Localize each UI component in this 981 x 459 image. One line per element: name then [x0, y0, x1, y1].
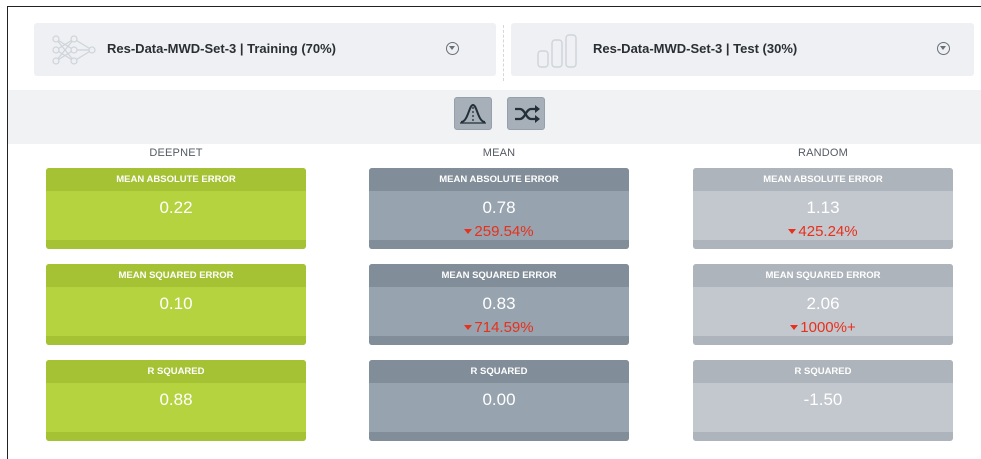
mean-mae-card: MEAN ABSOLUTE ERROR 0.78 259.54% [369, 168, 629, 249]
triangle-down-icon [790, 324, 799, 330]
metric-title: MEAN ABSOLUTE ERROR [369, 168, 629, 191]
evaluation-toolbar [8, 90, 981, 144]
metric-value: 0.00 [482, 390, 516, 409]
network-graph-icon [52, 35, 96, 65]
card-footer [693, 432, 953, 441]
metric-value: 2.06 [806, 294, 840, 313]
deepnet-mse-card: MEAN SQUARED ERROR 0.10 [46, 264, 306, 345]
bar-columns-icon [537, 34, 577, 68]
triangle-down-icon [464, 324, 473, 330]
metric-title: MEAN ABSOLUTE ERROR [693, 168, 953, 191]
random-r-squared-card: R SQUARED -1.50 [693, 360, 953, 441]
test-dataset-name: Res-Data-MWD-Set-3 | Test (30%) [593, 41, 798, 56]
triangle-down-icon [788, 228, 797, 234]
card-footer [369, 432, 629, 441]
random-mae-card: MEAN ABSOLUTE ERROR 1.13 425.24% [693, 168, 953, 249]
shuffle-button[interactable] [507, 97, 545, 130]
metric-delta: 1000%+ [693, 319, 953, 336]
metric-value: -1.50 [803, 390, 843, 409]
mean-mse-card: MEAN SQUARED ERROR 0.83 714.59% [369, 264, 629, 345]
training-dataset-selector[interactable]: Res-Data-MWD-Set-3 | Training (70%) [34, 23, 496, 76]
training-dataset-name: Res-Data-MWD-Set-3 | Training (70%) [107, 41, 336, 56]
metric-value: 0.88 [159, 390, 193, 409]
delta-value: 1000%+ [800, 319, 856, 336]
distribution-icon [460, 103, 486, 124]
deepnet-mae-card: MEAN ABSOLUTE ERROR 0.22 [46, 168, 306, 249]
metric-value: 0.10 [159, 294, 193, 313]
metric-value: 1.13 [806, 198, 840, 217]
mean-r-squared-card: R SQUARED 0.00 [369, 360, 629, 441]
metric-value: 0.78 [482, 198, 516, 217]
metric-delta: 259.54% [369, 223, 629, 240]
metric-title: MEAN SQUARED ERROR [46, 264, 306, 287]
chevron-down-icon[interactable] [937, 42, 950, 55]
metric-title: R SQUARED [369, 360, 629, 383]
distribution-button[interactable] [454, 97, 492, 130]
metric-title: MEAN SQUARED ERROR [693, 264, 953, 287]
shuffle-icon [515, 105, 540, 123]
metric-delta: 714.59% [369, 319, 629, 336]
delta-value: 714.59% [474, 319, 534, 336]
metric-title: R SQUARED [46, 360, 306, 383]
card-footer [693, 336, 953, 345]
card-footer [369, 336, 629, 345]
metric-title: MEAN ABSOLUTE ERROR [46, 168, 306, 191]
delta-value: 259.54% [474, 223, 534, 240]
metric-title: MEAN SQUARED ERROR [369, 264, 629, 287]
triangle-down-icon [464, 228, 473, 234]
evaluation-panel: Res-Data-MWD-Set-3 | Training (70%) Res-… [7, 6, 981, 459]
metric-delta: 425.24% [693, 223, 953, 240]
card-footer [46, 432, 306, 441]
random-mse-card: MEAN SQUARED ERROR 2.06 1000%+ [693, 264, 953, 345]
column-label-random: RANDOM [797, 147, 849, 159]
metric-value: 0.22 [159, 198, 193, 217]
dataset-divider [503, 25, 504, 81]
metric-title: R SQUARED [693, 360, 953, 383]
column-label-deepnet: DEEPNET [149, 147, 203, 159]
card-footer [46, 240, 306, 249]
card-footer [693, 240, 953, 249]
card-footer [46, 336, 306, 345]
metric-value: 0.83 [482, 294, 516, 313]
card-footer [369, 240, 629, 249]
delta-value: 425.24% [798, 223, 858, 240]
chevron-down-icon[interactable] [446, 42, 459, 55]
deepnet-r-squared-card: R SQUARED 0.88 [46, 360, 306, 441]
column-label-mean: MEAN [482, 147, 516, 159]
test-dataset-selector[interactable]: Res-Data-MWD-Set-3 | Test (30%) [511, 23, 974, 76]
